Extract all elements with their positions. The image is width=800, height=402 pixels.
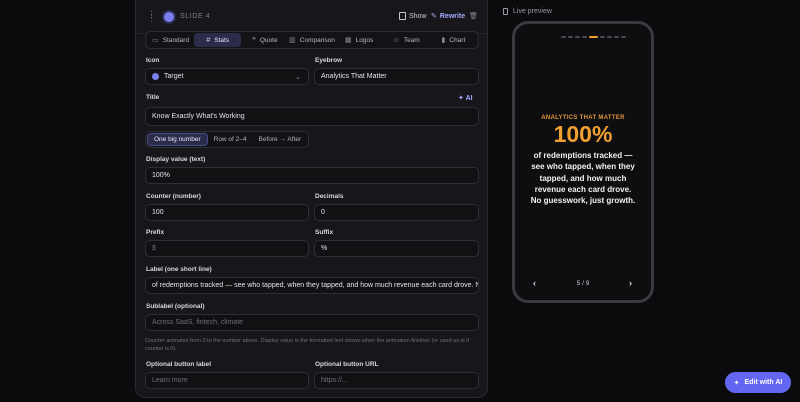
target-icon — [152, 73, 159, 80]
button-url-label: Optional button URL — [315, 361, 379, 368]
layout-row-of-numbers[interactable]: Row of 2–4 — [208, 133, 253, 146]
next-slide-icon[interactable]: › — [629, 278, 632, 288]
tab-quote[interactable]: ❝ Quote — [241, 33, 288, 47]
counter-label: Counter (number) — [146, 193, 201, 200]
tab-stats[interactable]: # Stats — [194, 33, 242, 47]
hash-icon: # — [206, 36, 211, 44]
show-button[interactable]: Show — [399, 12, 427, 20]
button-url-input[interactable]: https://... — [314, 372, 479, 389]
sublabel-input[interactable]: Across SaaS, fintech, climate — [145, 314, 479, 331]
sublabel-label: Sublabel (optional) — [146, 303, 205, 310]
eyebrow-input[interactable]: Analytics That Matter — [314, 68, 479, 85]
tab-logos[interactable]: ▦ Logos — [336, 33, 383, 47]
slide-type-tabs: ▭ Standard # Stats ❝ Quote ▥ Comparison ▦ Log… — [145, 31, 479, 49]
preview-stat-value: 100% — [553, 121, 613, 147]
phone-preview: ANALYTICS THAT MATTER 100% of redemption… — [512, 21, 654, 303]
icon-label: Icon — [146, 57, 160, 64]
sparkle-icon: ✦ — [458, 95, 464, 102]
button-label-label: Optional button label — [146, 361, 211, 368]
tab-chart[interactable]: ▮ Chart — [430, 33, 477, 47]
layout-before-after[interactable]: Before → After — [253, 133, 308, 146]
phone-icon — [399, 12, 406, 20]
rewrite-button[interactable]: ✎ Rewrite — [431, 12, 465, 21]
users-icon: ☺ — [392, 36, 400, 44]
display-value-input[interactable]: 100% — [145, 167, 479, 184]
live-preview-header: Live preview — [503, 8, 552, 15]
title-label: Title — [146, 94, 160, 101]
slide-editor-panel: ⋮ ⋮ SLIDE 4 Show ✎ Rewrite 🗑 ▭ Standard # S… — [135, 0, 488, 398]
tab-team[interactable]: ☺ Team — [383, 33, 430, 47]
button-label-input[interactable]: Learn more — [145, 372, 309, 389]
suffix-label: Suffix — [315, 229, 334, 236]
tab-comparison[interactable]: ▥ Comparison — [288, 33, 335, 47]
counter-help-text: Counter animates from 0 to the number ab… — [145, 338, 470, 352]
slide-progress-indicator — [561, 36, 626, 38]
drag-handle-icon[interactable]: ⋮ ⋮ — [147, 10, 156, 23]
suffix-input[interactable]: % — [314, 240, 479, 257]
icon-select[interactable]: Target ⌄ — [145, 68, 309, 85]
stat-label-label: Label (one short line) — [146, 266, 212, 273]
slide-header: ⋮ ⋮ SLIDE 4 Show ✎ Rewrite 🗑 — [136, 0, 487, 34]
sparkle-icon: ✦ — [733, 379, 740, 387]
wand-icon: ✎ — [431, 13, 437, 20]
slide-number-label: SLIDE 4 — [180, 13, 211, 20]
quote-icon: ❝ — [252, 37, 256, 44]
grid-icon: ▦ — [344, 37, 352, 44]
decimals-label: Decimals — [315, 193, 344, 200]
prefix-label: Prefix — [146, 229, 165, 236]
prefix-input[interactable]: $ — [145, 240, 309, 257]
edit-with-ai-button[interactable]: ✦ Edit with AI — [725, 372, 791, 393]
display-value-label: Display value (text) — [146, 156, 206, 163]
preview-stat-label: of redemptions tracked — see who tapped,… — [530, 151, 636, 206]
delete-slide-button[interactable]: 🗑 — [469, 12, 478, 20]
decimals-input[interactable]: 0 — [314, 204, 479, 221]
phone-icon — [503, 8, 508, 15]
document-icon: ▭ — [152, 37, 159, 44]
counter-input[interactable]: 100 — [145, 204, 309, 221]
eyebrow-label: Eyebrow — [315, 57, 343, 64]
stat-label-input[interactable]: of redemptions tracked — see who tapped,… — [145, 277, 479, 294]
stat-layout-toggle: One big number Row of 2–4 Before → After — [145, 131, 310, 148]
trash-icon: 🗑 — [469, 13, 478, 20]
layout-one-big-number[interactable]: One big number — [147, 133, 208, 146]
chevron-down-icon: ⌄ — [295, 74, 301, 81]
tab-standard[interactable]: ▭ Standard — [147, 33, 194, 47]
title-input[interactable]: Know Exactly What's Working — [145, 107, 479, 126]
ai-title-button[interactable]: ✦ AI — [458, 94, 473, 102]
columns-icon: ▥ — [289, 37, 296, 44]
bar-chart-icon: ▮ — [441, 37, 446, 44]
slide-color-dot — [164, 12, 174, 22]
